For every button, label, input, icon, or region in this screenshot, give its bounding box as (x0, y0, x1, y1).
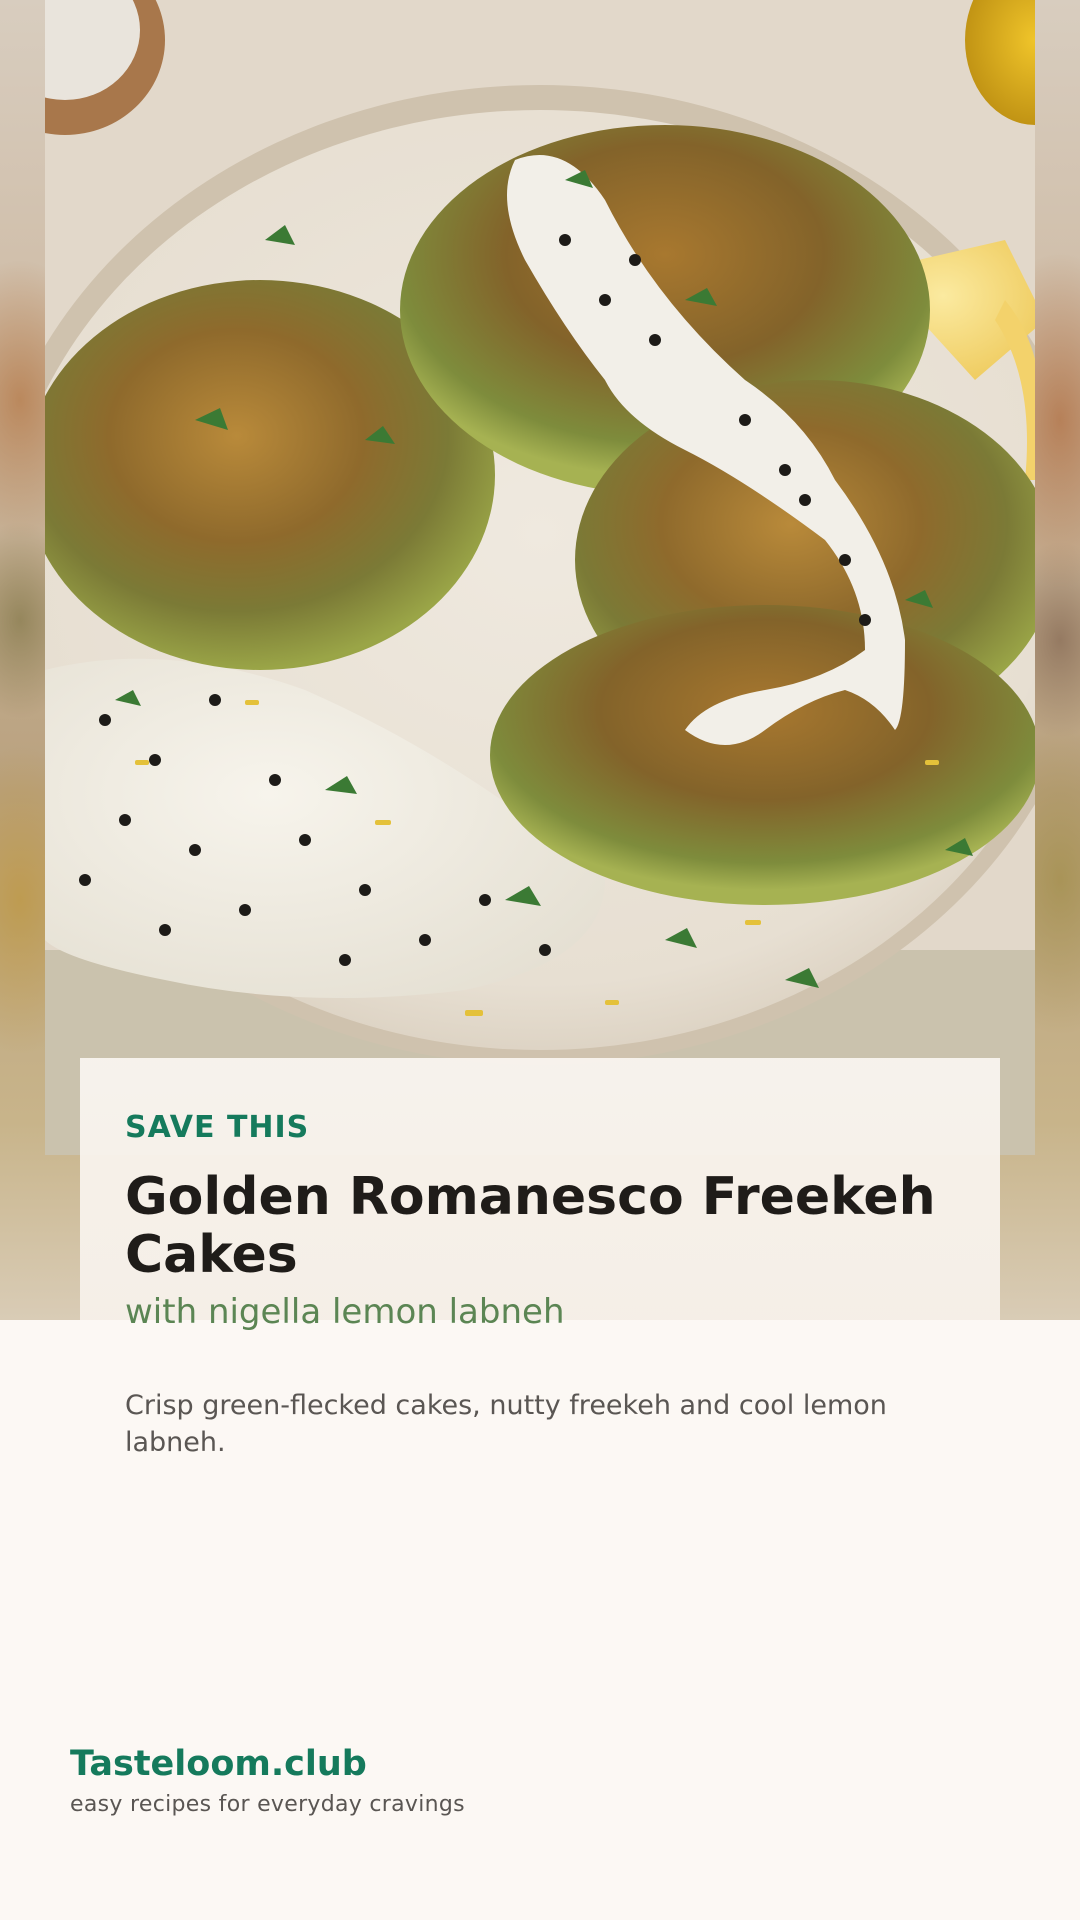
recipe-description: Crisp green-flecked cakes, nutty freekeh… (125, 1390, 887, 1458)
recipe-title: Golden Romanesco Freekeh Cakes (125, 1167, 936, 1285)
save-this-label[interactable]: SAVE THIS (125, 1110, 309, 1145)
hero-photo (45, 0, 1035, 1155)
brand-tagline: easy recipes for everyday cravings (70, 1792, 465, 1817)
brand-name[interactable]: Tasteloom.club (70, 1744, 367, 1784)
food-photo-icon (45, 0, 1035, 1155)
recipe-subtitle: with nigella lemon labneh (125, 1292, 565, 1332)
